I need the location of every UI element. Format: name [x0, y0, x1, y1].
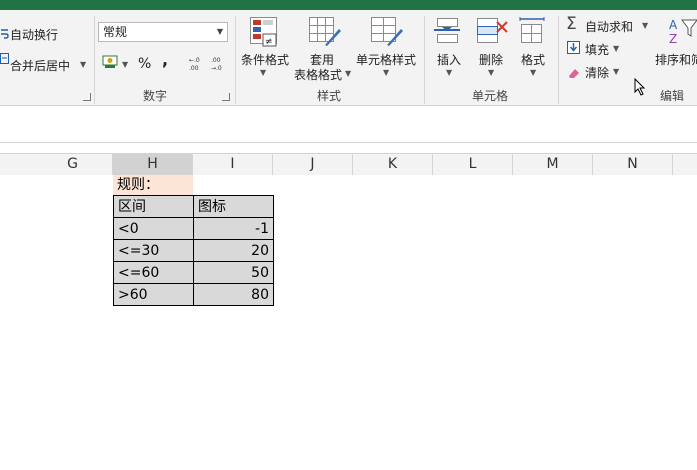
svg-text:Z: Z	[669, 32, 677, 46]
styles-group-label: 样式	[317, 89, 342, 103]
editing-group-label: 编辑	[660, 89, 685, 103]
column-header-m[interactable]: M	[513, 154, 593, 175]
format-dropdown[interactable]: ▼	[530, 68, 536, 77]
delete-cells-icon	[477, 17, 509, 51]
ribbon: 自动换行 合并后居中 ▼ 常规 ▼ ▼ % , ←.0.00 .00 →.0 数字…	[0, 10, 697, 106]
format-as-table-icon	[309, 17, 341, 51]
separator	[235, 16, 236, 104]
delete-dropdown[interactable]: ▼	[488, 68, 494, 77]
separator	[424, 16, 425, 104]
number-format-select[interactable]: 常规 ▼	[98, 22, 228, 42]
decrease-decimal-icon[interactable]: .00 →.0	[209, 55, 227, 77]
sort-filter-button[interactable]: 排序和筛	[655, 51, 697, 68]
svg-text:≠: ≠	[265, 37, 273, 47]
svg-text:→.0: →.0	[211, 65, 222, 72]
clear-dropdown[interactable]: ▼	[613, 67, 619, 76]
rule-label-cell[interactable]: 规则：	[113, 175, 193, 195]
insert-dropdown[interactable]: ▼	[446, 68, 452, 77]
svg-text:.00: .00	[211, 57, 221, 64]
format-cells-icon	[518, 17, 548, 51]
accounting-format-icon[interactable]	[102, 54, 120, 74]
insert-button[interactable]: 插入	[437, 51, 461, 68]
wrap-text-icon	[0, 26, 10, 45]
column-headers: G H I J K L M N	[0, 153, 697, 176]
sheet-grid[interactable]: 规则： 区间 图标 <0 -1 <=30 20 <=60 50 >60 80	[0, 175, 697, 470]
fill-dropdown[interactable]: ▼	[613, 44, 619, 53]
table-row[interactable]: 80	[193, 283, 274, 306]
cells-group-label: 单元格	[472, 89, 509, 103]
table-header-range[interactable]: 区间	[113, 195, 194, 218]
column-header-h[interactable]: H	[113, 154, 193, 175]
alignment-launcher[interactable]	[83, 93, 91, 101]
format-as-table-line2[interactable]: 表格格式	[294, 66, 342, 83]
format-as-table-dropdown[interactable]: ▼	[345, 69, 351, 78]
svg-text:←.0: ←.0	[189, 57, 200, 64]
merge-center-icon	[0, 50, 10, 69]
title-bar	[0, 0, 697, 10]
format-button[interactable]: 格式	[521, 51, 545, 68]
fill-icon	[567, 40, 581, 59]
chevron-down-icon: ▼	[216, 27, 223, 36]
cell-styles-dropdown[interactable]: ▼	[383, 68, 389, 77]
autosum-dropdown[interactable]: ▼	[642, 21, 648, 30]
svg-text:A: A	[669, 18, 678, 32]
sort-filter-icon: AZ	[669, 16, 697, 50]
merge-center-dropdown[interactable]: ▼	[80, 60, 86, 69]
increase-decimal-icon[interactable]: ←.0.00	[187, 55, 205, 77]
separator	[558, 16, 559, 104]
number-launcher[interactable]	[222, 93, 230, 101]
table-row[interactable]: >60	[113, 283, 194, 306]
table-header-icon[interactable]: 图标	[193, 195, 274, 218]
svg-text:.00: .00	[189, 65, 199, 72]
conditional-format-dropdown[interactable]: ▼	[260, 68, 266, 77]
column-header-k[interactable]: K	[353, 154, 433, 175]
autosum-icon: Σ	[566, 14, 577, 34]
comma-button[interactable]: ,	[162, 50, 168, 69]
column-header-g[interactable]: G	[33, 154, 113, 175]
merge-center-button[interactable]: 合并后居中	[10, 57, 70, 74]
number-group-label: 数字	[143, 89, 168, 103]
wrap-text-button[interactable]: 自动换行	[10, 26, 58, 43]
cell-styles-button[interactable]: 单元格样式	[356, 51, 416, 68]
table-row[interactable]: 50	[193, 261, 274, 284]
number-format-value: 常规	[103, 25, 128, 39]
conditional-format-icon: ≠	[250, 17, 280, 51]
delete-button[interactable]: 删除	[479, 51, 503, 68]
clear-button[interactable]: 清除	[585, 64, 609, 81]
separator	[94, 16, 95, 104]
column-header-j[interactable]: J	[273, 154, 353, 175]
insert-cells-icon	[434, 17, 464, 51]
column-header-i[interactable]: I	[193, 154, 273, 175]
eraser-icon	[567, 64, 581, 83]
table-row[interactable]: 20	[193, 239, 274, 262]
cell-styles-icon	[371, 17, 403, 51]
table-row[interactable]: <=60	[113, 261, 194, 284]
conditional-format-button[interactable]: 条件格式	[241, 51, 289, 68]
accounting-dropdown[interactable]: ▼	[122, 60, 128, 69]
table-row[interactable]: -1	[193, 217, 274, 240]
column-header-n[interactable]: N	[593, 154, 673, 175]
table-row[interactable]: <=30	[113, 239, 194, 262]
mouse-cursor-icon	[634, 77, 646, 100]
column-header-l[interactable]: L	[433, 154, 513, 175]
formula-bar[interactable]	[0, 106, 697, 143]
fill-button[interactable]: 填充	[585, 41, 609, 58]
table-row[interactable]: <0	[113, 217, 194, 240]
autosum-button[interactable]: 自动求和	[585, 18, 633, 35]
percent-button[interactable]: %	[138, 56, 151, 72]
